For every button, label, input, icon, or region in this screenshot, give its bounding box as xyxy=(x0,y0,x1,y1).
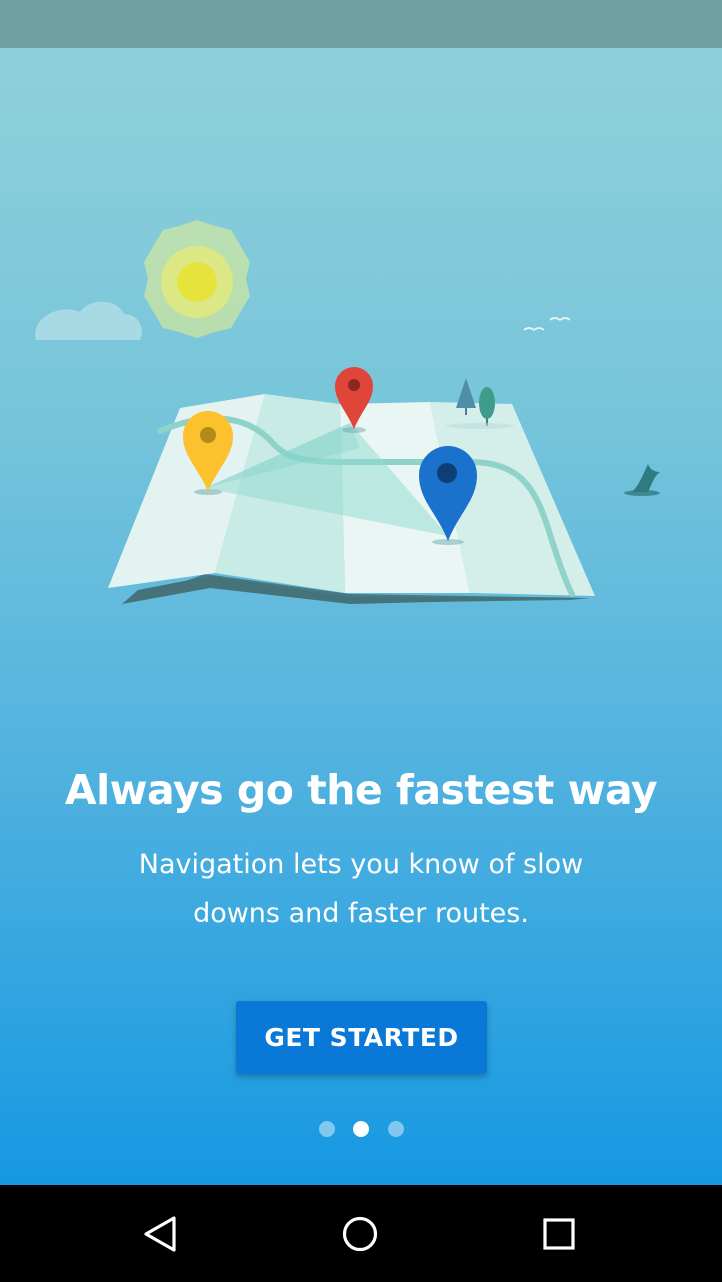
onboarding-content: Always go the fastest way Navigation let… xyxy=(0,48,722,1185)
onboarding-screen: Always go the fastest way Navigation let… xyxy=(0,0,722,1282)
get-started-button[interactable]: GET STARTED xyxy=(236,1001,487,1074)
page-dot-1[interactable] xyxy=(319,1121,335,1137)
system-navigation-bar xyxy=(0,1185,722,1282)
map-illustration xyxy=(35,220,660,604)
page-indicator xyxy=(0,1121,722,1137)
page-dot-2-active[interactable] xyxy=(353,1121,369,1137)
home-circle-icon xyxy=(342,1216,378,1252)
onboarding-headline: Always go the fastest way xyxy=(64,766,658,814)
back-triangle-icon xyxy=(144,1216,176,1252)
folded-map xyxy=(108,394,595,597)
cloud-icon xyxy=(35,301,143,340)
recents-square-icon xyxy=(543,1218,575,1250)
onboarding-description: Navigation lets you know of slow downs a… xyxy=(138,849,584,929)
sun-icon xyxy=(144,220,250,338)
home-button[interactable] xyxy=(325,1199,395,1269)
recents-button[interactable] xyxy=(524,1199,594,1269)
page-dot-3[interactable] xyxy=(388,1121,404,1137)
whale-tail-icon xyxy=(624,464,660,496)
back-button[interactable] xyxy=(125,1199,195,1269)
birds-icon xyxy=(523,317,571,332)
status-bar xyxy=(0,0,722,48)
